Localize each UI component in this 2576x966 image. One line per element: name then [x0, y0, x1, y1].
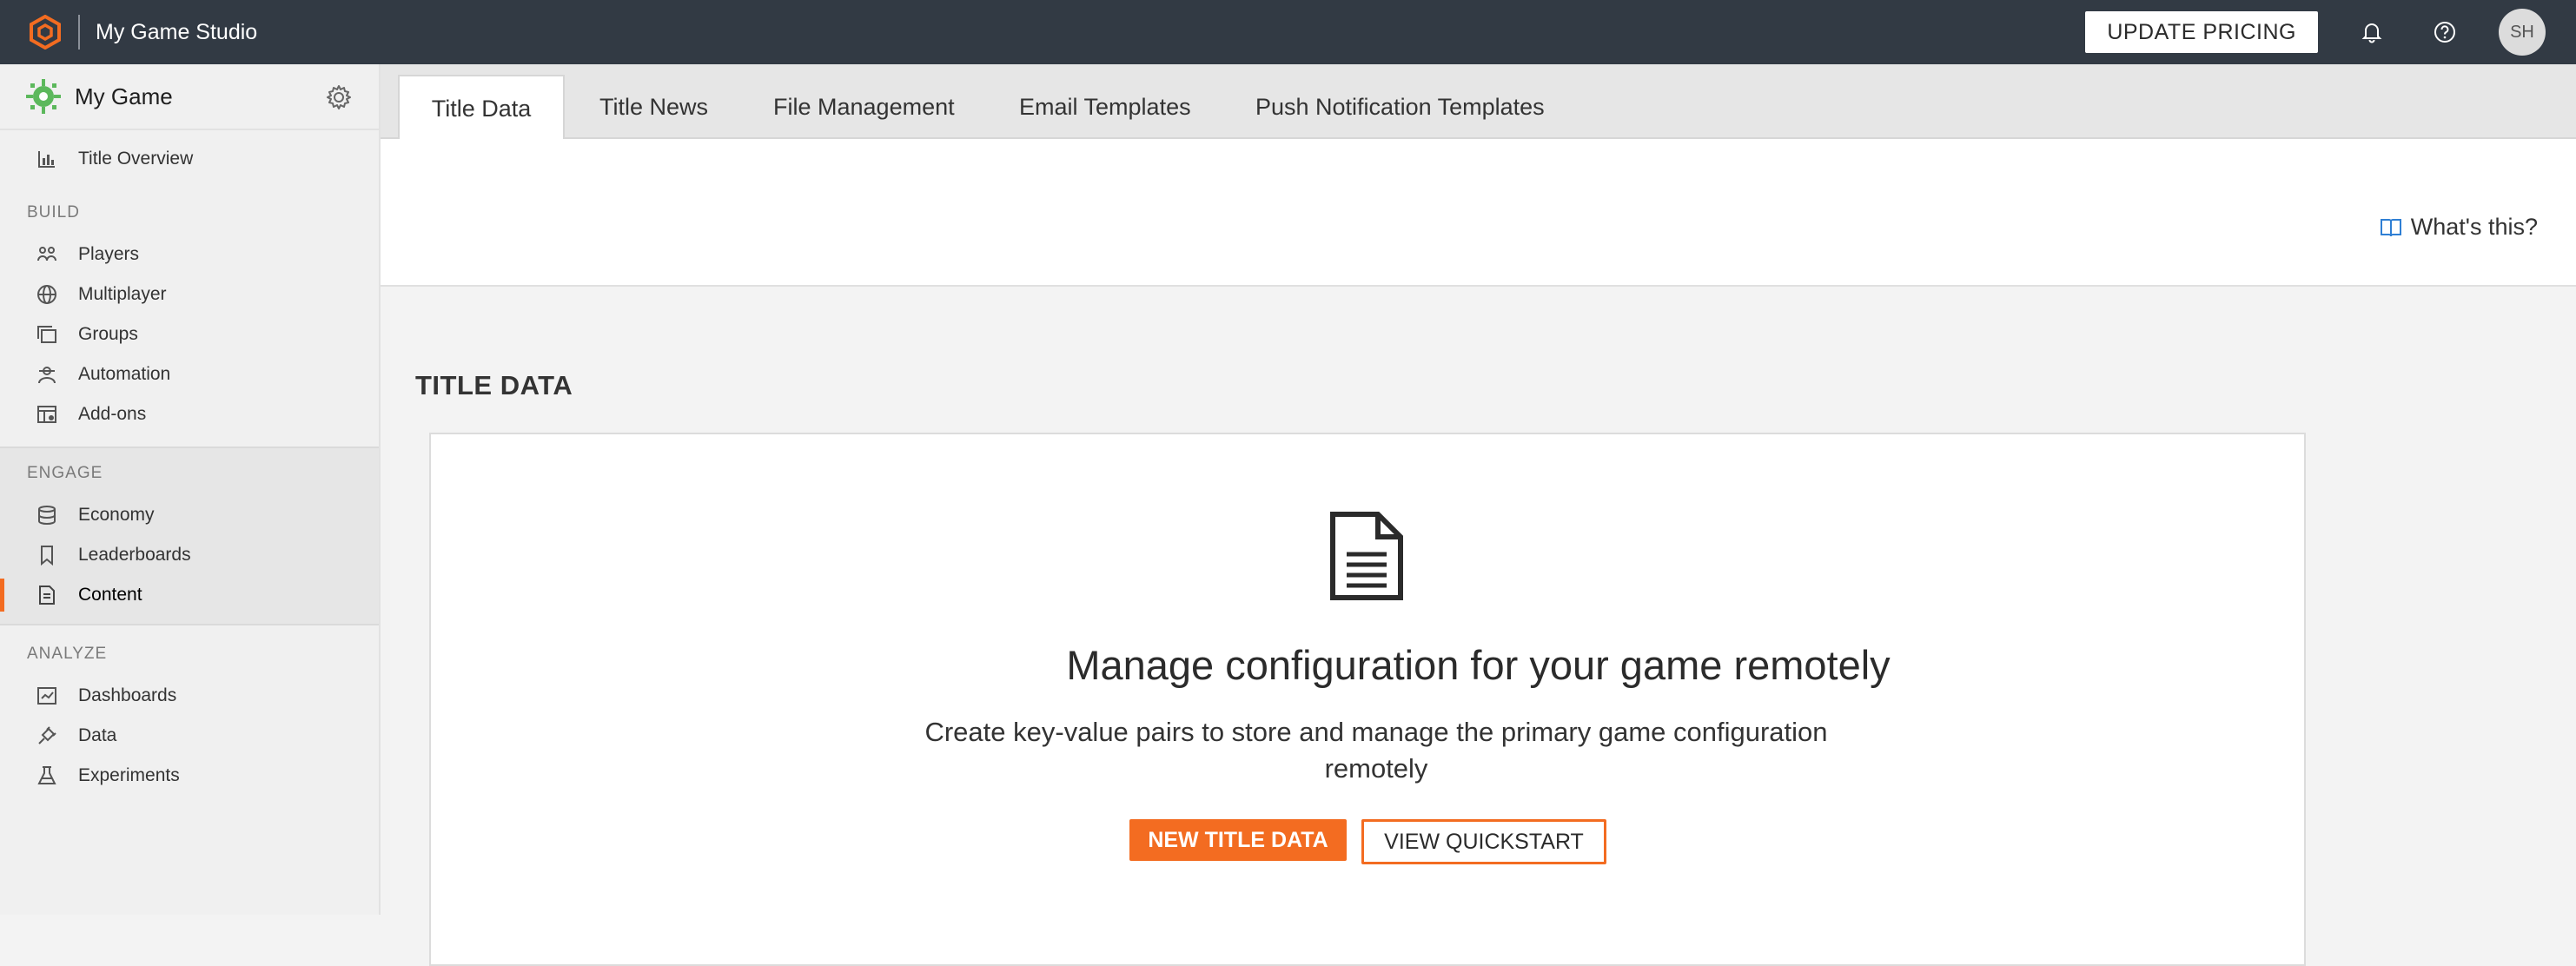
section-label-analyze: ANALYZE: [27, 645, 108, 663]
studio-name[interactable]: My Game Studio: [96, 20, 257, 45]
automation-icon: [35, 362, 59, 387]
tab-bar: Title Data Title News File Management Em…: [381, 64, 2576, 141]
sidebar-item-leaderboards[interactable]: Leaderboards: [0, 535, 379, 575]
sidebar-item-label: Experiments: [78, 765, 180, 785]
empty-state-description: Create key-value pairs to store and mana…: [924, 717, 1828, 784]
view-quickstart-button[interactable]: VIEW QUICKSTART: [1361, 819, 1606, 864]
help-bar: What's this?: [381, 139, 2576, 287]
logo-divider: [78, 15, 80, 50]
sidebar-item-addons[interactable]: Add-ons: [0, 394, 379, 434]
sidebar-item-players[interactable]: Players: [0, 235, 379, 275]
sidebar-item-label: Automation: [78, 364, 171, 384]
bookmark-icon: [35, 543, 59, 567]
addons-icon: [35, 402, 59, 427]
sidebar-item-label: Content: [78, 585, 142, 605]
dashboard-icon: [35, 684, 59, 708]
tab-push-notification-templates[interactable]: Push Notification Templates: [1255, 75, 1545, 139]
sidebar: My Game Title Overview BUILD Players Mul…: [0, 64, 381, 915]
sidebar-item-label: Title Overview: [78, 149, 194, 169]
plug-icon: [35, 724, 59, 748]
sidebar-item-label: Players: [78, 244, 140, 264]
top-bar: My Game Studio UPDATE PRICING SH: [0, 0, 2576, 64]
database-icon: [35, 503, 59, 527]
playfab-logo-icon[interactable]: [30, 15, 61, 50]
help-icon[interactable]: [2426, 13, 2464, 51]
section-label-build: BUILD: [27, 203, 80, 222]
new-title-data-button[interactable]: NEW TITLE DATA: [1129, 819, 1347, 861]
user-avatar[interactable]: SH: [2499, 9, 2546, 56]
sidebar-item-multiplayer[interactable]: Multiplayer: [0, 275, 379, 314]
sidebar-item-content[interactable]: Content: [0, 575, 379, 615]
sidebar-item-label: Dashboards: [78, 685, 177, 705]
empty-state-headline: Manage configuration for your game remot…: [1066, 642, 1891, 688]
sidebar-item-title-overview[interactable]: Title Overview: [0, 139, 379, 179]
book-icon: [2380, 216, 2402, 239]
engage-section: ENGAGE Economy Leaderboards Content: [0, 447, 379, 625]
sidebar-item-label: Groups: [78, 324, 138, 344]
sidebar-item-label: Data: [78, 725, 117, 745]
sidebar-item-dashboards[interactable]: Dashboards: [0, 676, 379, 716]
whats-this-label: What's this?: [2410, 214, 2538, 240]
game-name[interactable]: My Game: [75, 83, 173, 110]
document-icon: [1328, 511, 1406, 601]
section-title: TITLE DATA: [415, 370, 573, 400]
sidebar-item-label: Multiplayer: [78, 284, 167, 304]
sidebar-item-label: Economy: [78, 505, 155, 525]
main-content: Title Data Title News File Management Em…: [381, 64, 2576, 966]
bar-chart-icon: [35, 147, 59, 171]
tab-title-news[interactable]: Title News: [599, 75, 708, 139]
section-label-engage: ENGAGE: [27, 464, 103, 482]
sidebar-item-label: Add-ons: [78, 404, 147, 424]
tab-title-data[interactable]: Title Data: [398, 75, 565, 141]
tab-file-management[interactable]: File Management: [773, 75, 955, 139]
sidebar-item-experiments[interactable]: Experiments: [0, 756, 379, 796]
players-icon: [35, 242, 59, 267]
tab-email-templates[interactable]: Email Templates: [1019, 75, 1191, 139]
game-header: My Game: [0, 64, 379, 130]
sidebar-item-automation[interactable]: Automation: [0, 354, 379, 394]
game-icon: [24, 77, 63, 116]
sidebar-item-economy[interactable]: Economy: [0, 495, 379, 535]
sidebar-item-data[interactable]: Data: [0, 716, 379, 756]
update-pricing-button[interactable]: UPDATE PRICING: [2085, 11, 2318, 53]
groups-icon: [35, 322, 59, 347]
bell-icon[interactable]: [2353, 13, 2391, 51]
gear-icon[interactable]: [325, 83, 353, 111]
sidebar-item-groups[interactable]: Groups: [0, 314, 379, 354]
whats-this-link[interactable]: What's this?: [2380, 214, 2538, 241]
document-icon: [35, 583, 59, 607]
sidebar-item-label: Leaderboards: [78, 545, 191, 565]
globe-icon: [35, 282, 59, 307]
flask-icon: [35, 764, 59, 788]
